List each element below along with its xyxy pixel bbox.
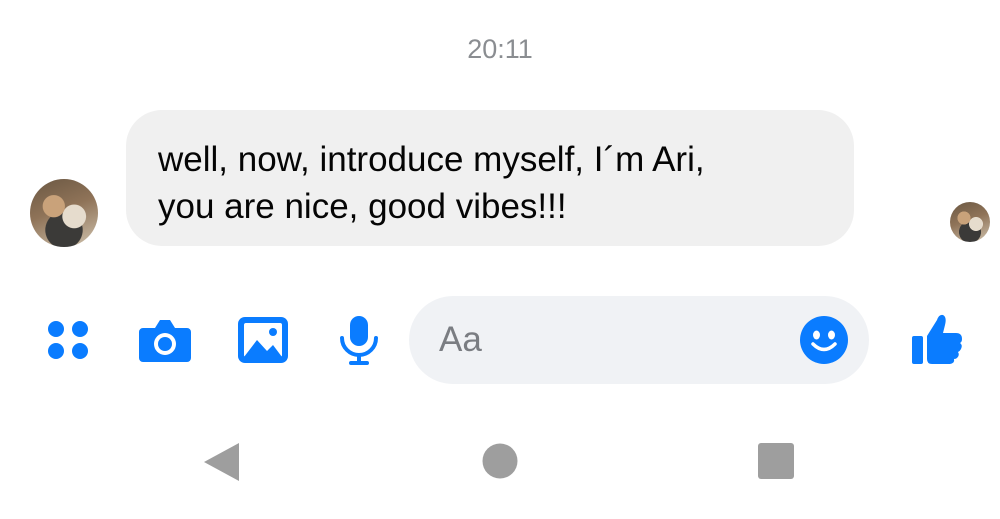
- seen-receipt-avatar: [950, 202, 990, 242]
- apps-icon[interactable]: [44, 318, 92, 362]
- message-row: well, now, introduce myself, I´m Ari, yo…: [0, 110, 1000, 247]
- message-line: you are nice, good vibes!!!: [158, 187, 567, 226]
- message-input[interactable]: Aa: [409, 296, 869, 384]
- message-bubble[interactable]: well, now, introduce myself, I´m Ari, yo…: [126, 110, 854, 246]
- back-icon[interactable]: [202, 442, 240, 482]
- thumbs-up-icon[interactable]: [910, 312, 964, 366]
- message-input-placeholder: Aa: [439, 320, 482, 359]
- camera-icon[interactable]: [137, 316, 193, 364]
- sender-avatar[interactable]: [30, 179, 98, 247]
- gallery-icon[interactable]: [237, 316, 289, 364]
- recents-icon[interactable]: [758, 443, 794, 479]
- home-icon[interactable]: [482, 443, 518, 479]
- message-composer: Aa: [0, 296, 1000, 384]
- microphone-icon[interactable]: [337, 314, 381, 366]
- message-timestamp: 20:11: [467, 34, 533, 64]
- system-navigation-bar: [0, 436, 1000, 486]
- emoji-icon[interactable]: [800, 316, 848, 364]
- message-line: well, now, introduce myself, I´m Ari,: [158, 140, 705, 179]
